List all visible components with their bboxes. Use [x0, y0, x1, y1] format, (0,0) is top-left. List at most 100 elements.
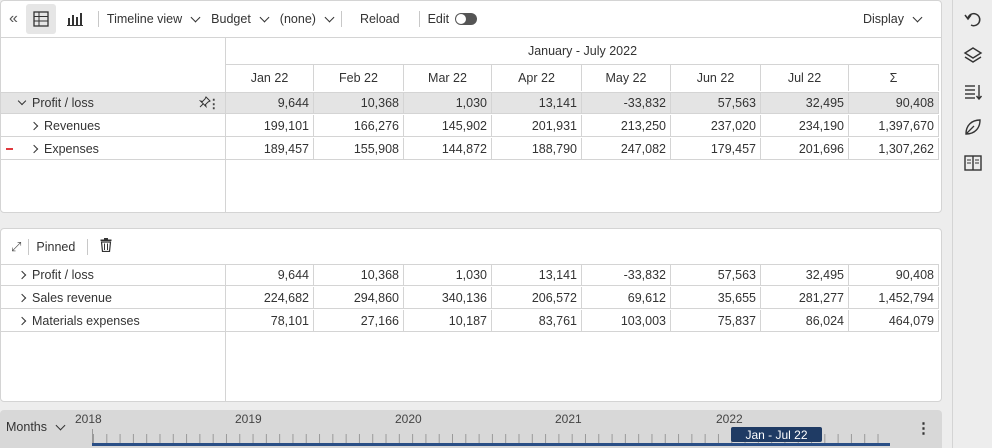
collapse-panel-button[interactable]: « — [1, 1, 24, 37]
table-cell[interactable]: 144,872 — [404, 138, 492, 159]
table-cell[interactable]: 86,024 — [761, 310, 849, 331]
table-cell[interactable]: 294,860 — [314, 287, 404, 308]
table-cell[interactable]: 234,190 — [761, 115, 849, 136]
edit-toggle[interactable]: Edit — [428, 1, 478, 37]
row-label: Expenses — [1, 138, 226, 159]
compare-dropdown[interactable]: (none) — [280, 1, 335, 37]
reload-button[interactable]: Reload — [360, 1, 400, 37]
trash-icon[interactable] — [100, 238, 112, 255]
table-cell[interactable]: 10,187 — [404, 310, 492, 331]
display-dropdown[interactable]: Display — [863, 1, 923, 37]
chevron-right-icon[interactable] — [29, 121, 39, 130]
chevron-down-icon — [55, 420, 66, 430]
table-cell[interactable]: 57,563 — [671, 93, 761, 113]
table-cell[interactable]: 155,908 — [314, 138, 404, 159]
more-vertical-icon[interactable]: ⋮ — [208, 96, 221, 111]
table-row[interactable]: Profit / loss ⋮ 9,644 10,368 1,030 13,14… — [1, 92, 939, 114]
table-cell[interactable]: 83,761 — [492, 310, 582, 331]
table-cell[interactable]: 206,572 — [492, 287, 582, 308]
chevron-right-icon[interactable] — [29, 144, 39, 153]
table-row[interactable]: Sales revenue 224,682 294,860 340,136 20… — [1, 287, 939, 309]
column-header[interactable]: May 22 — [582, 65, 671, 91]
table-cell[interactable]: 9,644 — [226, 265, 314, 285]
scenario-dropdown[interactable]: Budget — [211, 1, 270, 37]
chevron-right-icon[interactable] — [17, 270, 27, 280]
table-cell[interactable]: 13,141 — [492, 265, 582, 285]
table-cell[interactable]: 201,696 — [761, 138, 849, 159]
leaf-icon[interactable] — [962, 116, 984, 138]
table-cell[interactable]: 75,837 — [671, 310, 761, 331]
chevron-down-icon[interactable] — [17, 96, 27, 106]
table-cell[interactable]: 247,082 — [582, 138, 671, 159]
chevron-right-icon[interactable] — [17, 293, 27, 302]
column-header[interactable]: Apr 22 — [492, 65, 582, 91]
table-cell[interactable]: 224,682 — [226, 287, 314, 308]
table-cell[interactable]: 10,368 — [314, 265, 404, 285]
timeline-year[interactable]: 2020 — [395, 412, 422, 426]
table-cell[interactable]: 213,250 — [582, 115, 671, 136]
table-cell[interactable]: 90,408 — [849, 265, 939, 285]
table-cell[interactable]: 32,495 — [761, 265, 849, 285]
table-cell[interactable]: 201,931 — [492, 115, 582, 136]
table-cell[interactable]: 237,020 — [671, 115, 761, 136]
table-cell[interactable]: 1,030 — [404, 93, 492, 113]
table-cell[interactable]: 103,003 — [582, 310, 671, 331]
timeline-selection[interactable]: Jan - Jul 22 — [731, 427, 822, 442]
chevron-right-icon[interactable] — [17, 316, 27, 325]
timeline-year[interactable]: 2019 — [235, 412, 262, 426]
table-cell[interactable]: 1,030 — [404, 265, 492, 285]
column-header[interactable]: Σ — [849, 65, 939, 91]
table-cell[interactable]: 189,457 — [226, 138, 314, 159]
table-cell[interactable]: 27,166 — [314, 310, 404, 331]
table-cell[interactable]: 57,563 — [671, 265, 761, 285]
table-cell[interactable]: 1,307,262 — [849, 138, 939, 159]
table-row[interactable]: Materials expenses 78,101 27,166 10,187 … — [1, 310, 939, 332]
more-vertical-icon[interactable]: ⋮ — [916, 419, 931, 437]
table-cell[interactable]: 90,408 — [849, 93, 939, 113]
table-cell[interactable]: 281,277 — [761, 287, 849, 308]
timeline-bar: Months 2018 2019 2020 2021 2022 Jan - Ju… — [0, 410, 942, 448]
table-cell[interactable]: 1,397,670 — [849, 115, 939, 136]
column-header[interactable]: Jan 22 — [226, 65, 314, 91]
timeline-year[interactable]: 2018 — [75, 412, 102, 426]
table-cell[interactable]: 35,655 — [671, 287, 761, 308]
column-header[interactable]: Jun 22 — [671, 65, 761, 91]
table-cell[interactable]: -33,832 — [582, 265, 671, 285]
table-cell[interactable]: 9,644 — [226, 93, 314, 113]
table-cell[interactable]: 32,495 — [761, 93, 849, 113]
table-row[interactable]: Profit / loss 9,644 10,368 1,030 13,141 … — [1, 264, 939, 286]
table-cell[interactable]: 13,141 — [492, 93, 582, 113]
column-header[interactable]: Mar 22 — [404, 65, 492, 91]
display-label: Display — [863, 12, 904, 26]
timeline-track — [92, 443, 890, 446]
table-row[interactable]: Revenues 199,101 166,276 145,902 201,931… — [1, 115, 939, 137]
table-cell[interactable]: 340,136 — [404, 287, 492, 308]
sort-list-icon[interactable] — [962, 81, 984, 103]
table-cell[interactable]: 145,902 — [404, 115, 492, 136]
table-cell[interactable]: 199,101 — [226, 115, 314, 136]
granularity-dropdown[interactable]: Months — [6, 420, 66, 434]
table-cell[interactable]: 10,368 — [314, 93, 404, 113]
table-cell[interactable]: 464,079 — [849, 310, 939, 331]
undo-history-icon[interactable] — [962, 8, 984, 30]
divider — [28, 238, 30, 255]
layers-icon[interactable] — [962, 45, 984, 67]
table-cell[interactable]: 78,101 — [226, 310, 314, 331]
timeline-year[interactable]: 2021 — [555, 412, 582, 426]
table-cell[interactable]: 1,452,794 — [849, 287, 939, 308]
book-icon[interactable] — [962, 152, 984, 174]
column-header[interactable]: Feb 22 — [314, 65, 404, 91]
table-cell[interactable]: -33,832 — [582, 93, 671, 113]
timeline-year[interactable]: 2022 — [716, 412, 743, 426]
chart-view-button[interactable] — [60, 4, 90, 34]
table-cell[interactable]: 179,457 — [671, 138, 761, 159]
main-grid: January - July 2022 Jan 22 Feb 22 Mar 22… — [0, 37, 942, 213]
table-cell[interactable]: 69,612 — [582, 287, 671, 308]
table-view-button[interactable] — [25, 4, 56, 34]
timeline-view-dropdown[interactable]: Timeline view — [107, 1, 201, 37]
table-row[interactable]: Expenses 189,457 155,908 144,872 188,790… — [1, 138, 939, 160]
table-cell[interactable]: 166,276 — [314, 115, 404, 136]
column-header[interactable]: Jul 22 — [761, 65, 849, 91]
table-cell[interactable]: 188,790 — [492, 138, 582, 159]
expand-icon[interactable]: ⤢ — [11, 239, 21, 255]
